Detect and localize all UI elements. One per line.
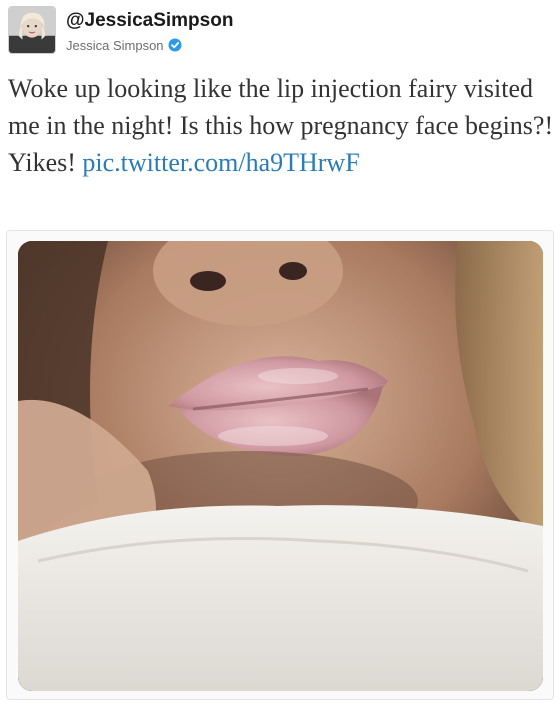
verified-badge-icon (168, 38, 182, 52)
display-name[interactable]: Jessica Simpson (66, 38, 164, 53)
avatar-image (9, 7, 55, 53)
display-name-row: Jessica Simpson (66, 36, 182, 54)
tweet-header: @JessicaSimpson Jessica Simpson (8, 6, 548, 58)
tweet-card: @JessicaSimpson Jessica Simpson Woke up … (0, 0, 560, 704)
tweet-media-link[interactable]: pic.twitter.com/ha9THrwF (82, 148, 359, 177)
lips-photo-image (18, 241, 543, 691)
username-handle[interactable]: @JessicaSimpson (66, 10, 233, 32)
media-frame (6, 230, 554, 700)
tweet-photo[interactable] (18, 241, 543, 691)
avatar[interactable] (8, 6, 56, 54)
tweet-text: Woke up looking like the lip injection f… (8, 70, 556, 181)
